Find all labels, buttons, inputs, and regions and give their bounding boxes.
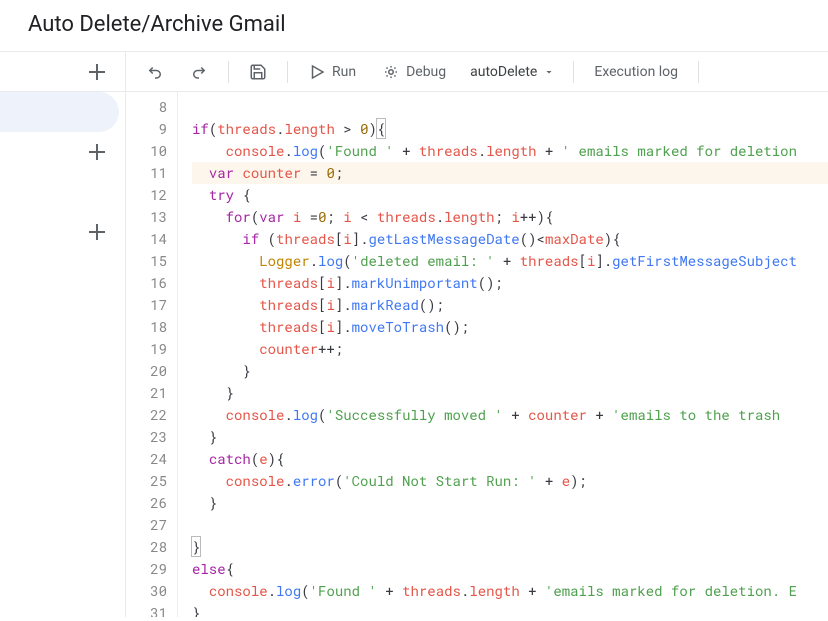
execution-log-button[interactable]: Execution log — [584, 58, 688, 86]
line-number: 30 — [126, 580, 167, 602]
plus-icon — [87, 222, 107, 242]
line-number: 15 — [126, 250, 167, 272]
line-number: 28 — [126, 536, 167, 558]
line-number: 29 — [126, 558, 167, 580]
line-number: 18 — [126, 316, 167, 338]
line-number: 22 — [126, 404, 167, 426]
code-line[interactable]: } — [192, 382, 828, 404]
chevron-down-icon — [543, 66, 555, 78]
undo-button[interactable] — [136, 57, 174, 87]
undo-icon — [146, 63, 164, 81]
line-number: 8 — [126, 96, 167, 118]
line-number: 27 — [126, 514, 167, 536]
code-editor[interactable]: 8910111213141516171819202122232425262728… — [126, 92, 828, 617]
line-number: 14 — [126, 228, 167, 250]
toolbar-divider — [573, 61, 574, 83]
function-dropdown[interactable]: autoDelete — [462, 58, 563, 86]
code-line[interactable]: } — [192, 602, 828, 617]
debug-icon — [382, 63, 400, 81]
code-line[interactable]: } — [192, 492, 828, 514]
header: Auto Delete/Archive Gmail — [0, 0, 828, 52]
redo-icon — [190, 63, 208, 81]
line-number: 11 — [126, 162, 167, 184]
add-file-button[interactable] — [0, 52, 125, 92]
code-line[interactable]: console.error('Could Not Start Run: ' + … — [192, 470, 828, 492]
line-number: 9 — [126, 118, 167, 140]
toolbar-divider — [228, 61, 229, 83]
code-line[interactable]: threads[i].markRead(); — [192, 294, 828, 316]
code-line[interactable]: Logger.log('deleted email: ' + threads[i… — [192, 250, 828, 272]
function-selected: autoDelete — [470, 64, 537, 80]
play-icon — [308, 63, 326, 81]
line-number: 17 — [126, 294, 167, 316]
toolbar: Run Debug autoDelete Execution log — [126, 52, 828, 92]
left-rail — [0, 52, 126, 617]
add-library-button[interactable] — [0, 132, 125, 172]
code-line[interactable]: counter++; — [192, 338, 828, 360]
rail-spacer — [0, 172, 125, 212]
code-line[interactable]: if (threads[i].getLastMessageDate()<maxD… — [192, 228, 828, 250]
line-number: 31 — [126, 602, 167, 617]
line-number: 20 — [126, 360, 167, 382]
plus-icon — [87, 62, 107, 82]
file-item-active[interactable] — [0, 92, 119, 132]
line-number: 25 — [126, 470, 167, 492]
run-button[interactable]: Run — [298, 57, 366, 87]
line-number: 13 — [126, 206, 167, 228]
editor-panel: Run Debug autoDelete Execution log 891 — [126, 52, 828, 617]
code-line[interactable] — [192, 514, 828, 536]
execution-log-label: Execution log — [594, 64, 678, 80]
line-number: 16 — [126, 272, 167, 294]
toolbar-divider — [698, 61, 699, 83]
main: Run Debug autoDelete Execution log 891 — [0, 52, 828, 617]
code-line[interactable]: threads[i].moveToTrash(); — [192, 316, 828, 338]
toolbar-divider — [287, 61, 288, 83]
project-title[interactable]: Auto Delete/Archive Gmail — [28, 12, 800, 37]
add-service-button[interactable] — [0, 212, 125, 252]
line-number: 23 — [126, 426, 167, 448]
line-number: 19 — [126, 338, 167, 360]
code-line[interactable]: var counter = 0; — [192, 162, 828, 184]
code-line[interactable]: else{ — [192, 558, 828, 580]
code-line[interactable]: console.log('Found ' + threads.length + … — [192, 580, 828, 602]
save-button[interactable] — [239, 57, 277, 87]
plus-icon — [87, 142, 107, 162]
line-number: 26 — [126, 492, 167, 514]
debug-label: Debug — [406, 64, 446, 80]
line-number: 24 — [126, 448, 167, 470]
code-line[interactable]: if(threads.length > 0){ — [192, 118, 828, 140]
code-line[interactable]: threads[i].markUnimportant(); — [192, 272, 828, 294]
save-icon — [249, 63, 267, 81]
code-line[interactable]: catch(e){ — [192, 448, 828, 470]
line-number: 10 — [126, 140, 167, 162]
code-line[interactable]: try { — [192, 184, 828, 206]
line-number: 21 — [126, 382, 167, 404]
code-line[interactable]: } — [192, 426, 828, 448]
code-line[interactable]: } — [192, 536, 828, 558]
code-area[interactable]: if(threads.length > 0){ console.log('Fou… — [178, 92, 828, 617]
line-gutter: 8910111213141516171819202122232425262728… — [126, 92, 178, 617]
line-number: 12 — [126, 184, 167, 206]
run-label: Run — [332, 64, 356, 80]
code-line[interactable]: } — [192, 360, 828, 382]
debug-button[interactable]: Debug — [372, 57, 456, 87]
redo-button[interactable] — [180, 57, 218, 87]
code-line[interactable]: console.log('Successfully moved ' + coun… — [192, 404, 828, 426]
code-line[interactable]: for(var i =0; i < threads.length; i++){ — [192, 206, 828, 228]
code-line[interactable]: console.log('Found ' + threads.length + … — [192, 140, 828, 162]
code-line[interactable] — [192, 96, 828, 118]
